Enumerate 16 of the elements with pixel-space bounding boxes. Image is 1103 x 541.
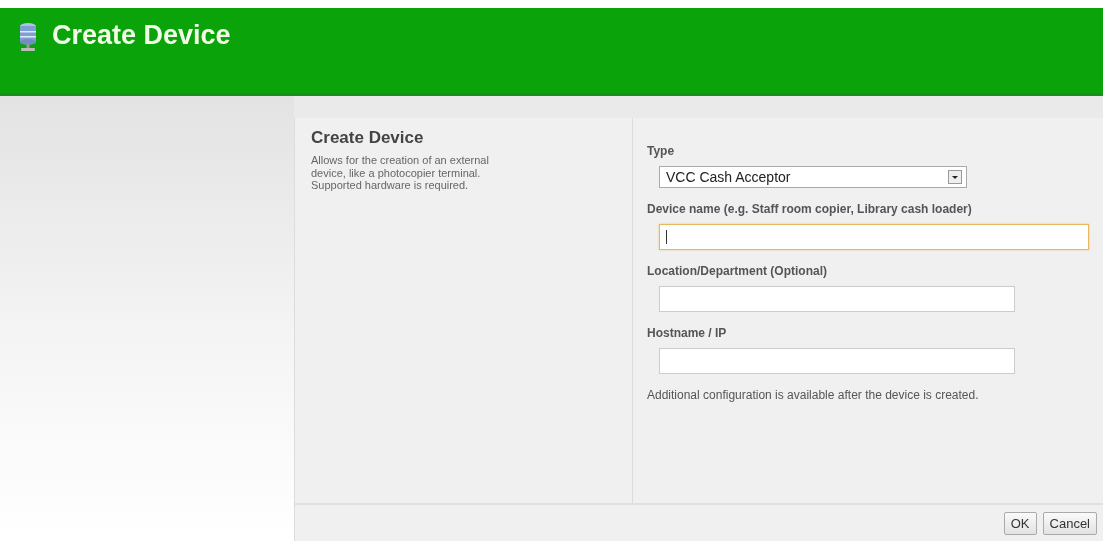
page-title: Create Device — [52, 20, 231, 51]
input-field[interactable] — [659, 286, 1015, 312]
type-dropdown[interactable]: VCC Cash Acceptor — [659, 166, 967, 188]
field-label: Device name (e.g. Staff room copier, Library cash loader) — [647, 202, 973, 216]
section-heading: Create Device — [311, 128, 425, 148]
section-description: Allows for the creation of an external device, like a photocopier terminal. Supported hardware is required. — [311, 154, 490, 192]
input-field[interactable] — [659, 348, 1015, 374]
cancel-button[interactable]: Cancel — [1042, 511, 1097, 535]
field-label: Location/Department (Optional) — [647, 264, 828, 278]
input-field[interactable] — [659, 224, 1089, 250]
field-label: Hostname / IP — [647, 326, 728, 340]
database-icon — [18, 22, 38, 52]
field-label: Type — [647, 144, 676, 158]
caret-icon — [948, 170, 962, 184]
info-note: Additional configuration is available after the device is created. — [647, 388, 980, 402]
ok-button[interactable]: OK — [1003, 511, 1037, 535]
